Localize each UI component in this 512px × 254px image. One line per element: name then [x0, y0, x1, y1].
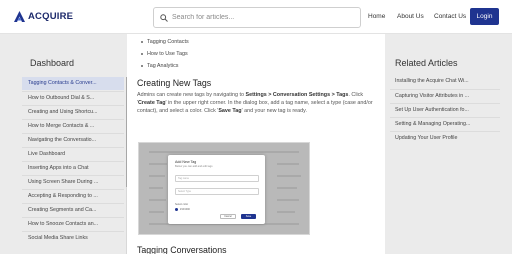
screenshot-bg-line [149, 163, 167, 165]
dialog-title: Add New Tag [175, 160, 197, 164]
search-input[interactable] [172, 14, 352, 21]
screenshot-bg-line [149, 187, 163, 189]
top-header: ACQUIRE Home About Us Contact Us Login [0, 0, 512, 34]
add-tag-dialog: Add New Tag Below you can add and edit t… [168, 155, 265, 224]
screenshot-bg-line [149, 175, 165, 177]
sidebar-item-navigating-conversations[interactable]: Navigating the Conversatio... [22, 133, 124, 146]
related-article-visitor-attributes[interactable]: Capturing Visitor Attributes in ... [390, 89, 500, 102]
sidebar-item-outbound-dial[interactable]: How to Outbound Dial & S... [22, 91, 124, 104]
sidebar-item-social-media[interactable]: Social Media Share Links [22, 231, 124, 244]
search-box[interactable] [153, 7, 361, 28]
nav-home[interactable]: Home [368, 13, 385, 20]
related-articles-title: Related Articles [395, 58, 458, 68]
nav-about-us[interactable]: About Us [397, 13, 424, 20]
sidebar-item-live-dashboard[interactable]: Live Dashboard [22, 147, 124, 160]
para-text-1: Admins can create new tags by navigating… [137, 92, 246, 98]
sidebar-item-shortcuts[interactable]: Creating and Using Shortcu... [22, 105, 124, 118]
dialog-save-button: Save [241, 214, 256, 219]
screenshot-bg-line [277, 211, 295, 213]
logo-text: ACQUIRE [28, 11, 74, 22]
sidebar-item-creating-segments[interactable]: Creating Segments and Ca... [22, 203, 124, 216]
sidebar-item-merge-contacts[interactable]: How to Merge Contacts & ... [22, 119, 124, 132]
sidebar-item-screen-share[interactable]: Using Screen Share During ... [22, 175, 124, 188]
article-screenshot: Add New Tag Below you can add and edit t… [138, 142, 310, 235]
login-button[interactable]: Login [470, 8, 499, 25]
related-article-operating-hours[interactable]: Setting & Managing Operating... [390, 117, 500, 130]
section-heading-tagging-conversations: Tagging Conversations [137, 245, 227, 254]
para-text-4: ' and your new tag is ready. [241, 108, 307, 115]
dialog-type-select: Select Type [175, 188, 259, 195]
right-sidebar: Related Articles Installing the Acquire … [390, 34, 505, 254]
dialog-color-label: Select color [175, 203, 189, 206]
section-heading-creating-tags: Creating New Tags [137, 78, 212, 88]
para-bold-settings-path: Settings > Conversation Settings > Tags [245, 92, 349, 98]
dialog-cancel-button: Cancel [220, 214, 236, 219]
screenshot-bg-line [149, 211, 164, 213]
screenshot-bg-line [277, 199, 299, 201]
para-bold-create-tag: Create Tag [138, 100, 166, 107]
search-icon [160, 13, 168, 22]
acquire-logo-icon [14, 11, 25, 22]
related-article-user-authentication[interactable]: Set Up User Authentication fo... [390, 103, 500, 116]
dialog-subtitle: Below you can add and edit tags [175, 165, 213, 168]
dialog-color-swatch [175, 208, 178, 211]
section-paragraph: Admins can create new tags by navigating… [137, 91, 381, 116]
screenshot-bg-line [149, 199, 166, 201]
toc-item-how-to-use-tags[interactable]: How to Use Tags [141, 48, 189, 60]
sidebar-title: Dashboard [30, 58, 75, 68]
nav-contact-us[interactable]: Contact Us [434, 13, 466, 20]
para-bold-save-tag: Save Tag [218, 108, 242, 115]
screenshot-bg-line [277, 163, 299, 165]
screenshot-bg-line [277, 175, 301, 177]
article-content: Tagging Contacts How to Use Tags Tag Ana… [127, 34, 385, 254]
sidebar-item-tagging-contacts[interactable]: Tagging Contacts & Conver... [22, 77, 124, 90]
related-article-user-profile[interactable]: Updating Your User Profile [390, 131, 500, 144]
toc-item-tag-analytics[interactable]: Tag Analytics [141, 60, 189, 72]
dialog-tag-name-field: Tag name [175, 175, 259, 182]
screenshot-bg-line [277, 187, 297, 189]
left-sidebar: Dashboard Tagging Contacts & Conver... H… [22, 34, 130, 254]
related-article-chat-widget[interactable]: Installing the Acquire Chat Wi... [390, 75, 500, 88]
article-toc-list: Tagging Contacts How to Use Tags Tag Ana… [141, 36, 189, 72]
acquire-logo[interactable]: ACQUIRE [14, 11, 73, 22]
sidebar-item-snooze-contacts[interactable]: How to Snooze Contacts an... [22, 217, 124, 230]
sidebar-item-inserting-apps[interactable]: Inserting Apps into a Chat [22, 161, 124, 174]
toc-item-tagging-contacts[interactable]: Tagging Contacts [141, 36, 189, 48]
sidebar-list[interactable]: Tagging Contacts & Conver... How to Outb… [22, 77, 126, 254]
sidebar-item-accepting-responding[interactable]: Accepting & Responding to ... [22, 189, 124, 202]
screenshot-bg-line [149, 151, 299, 153]
dialog-color-value: #1F3490 [180, 208, 190, 211]
